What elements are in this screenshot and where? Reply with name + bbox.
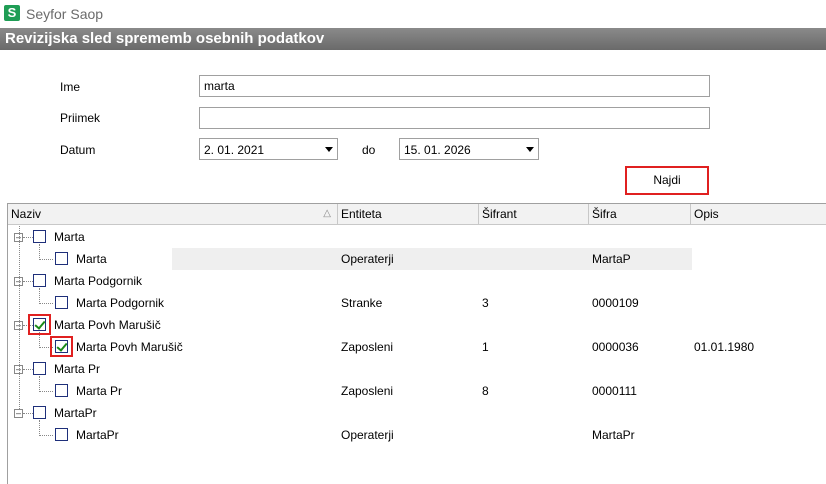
sifra-cell: MartaPr <box>592 428 635 442</box>
naziv-cell: Marta <box>54 230 85 244</box>
app-title: Seyfor Saop <box>26 6 104 22</box>
sort-asc-icon: △ <box>323 208 331 219</box>
priimek-input[interactable] <box>199 107 710 129</box>
opis-cell: 01.01.1980 <box>694 340 755 354</box>
naziv-cell: MartaPr <box>76 428 119 442</box>
tree-row-child[interactable]: MartaPr Operaterji MartaPr <box>8 424 826 446</box>
page-title: Revizijska sled sprememb osebnih podatko… <box>0 28 826 50</box>
date-to-value: 15. 01. 2026 <box>404 143 471 157</box>
tree-row-child[interactable]: Marta Operaterji MartaP <box>8 248 826 270</box>
naziv-cell: Marta Podgornik <box>54 274 143 288</box>
priimek-label: Priimek <box>60 111 101 125</box>
entiteta-cell: Zaposleni <box>341 340 394 354</box>
row-checkbox[interactable] <box>33 230 46 243</box>
naziv-cell: Marta Podgornik <box>76 296 165 310</box>
date-from-select[interactable]: 2. 01. 2021 <box>199 138 338 160</box>
column-header-label: Naziv <box>11 207 42 221</box>
ime-input[interactable] <box>199 75 710 97</box>
row-checkbox[interactable] <box>55 252 68 265</box>
najdi-button[interactable]: Najdi <box>625 166 709 195</box>
do-label: do <box>362 143 376 157</box>
row-checkbox[interactable] <box>55 384 68 397</box>
ime-label: Ime <box>60 80 81 94</box>
sifra-cell: 0000109 <box>592 296 639 310</box>
datum-label: Datum <box>60 143 96 157</box>
sifra-cell: MartaP <box>592 252 631 266</box>
sifra-cell: 0000111 <box>592 384 637 398</box>
row-checkbox[interactable] <box>55 296 68 309</box>
naziv-cell: Marta Povh Marušič <box>54 318 161 332</box>
sifrant-cell: 1 <box>482 340 489 354</box>
column-header-entiteta[interactable]: Entiteta <box>338 204 479 224</box>
tree-row-child[interactable]: Marta Pr Zaposleni 8 0000111 <box>8 380 826 402</box>
row-checkbox[interactable] <box>33 274 46 287</box>
results-grid: Naziv △ Entiteta Šifrant Šifra Opis – Ma… <box>7 203 826 484</box>
column-header-sifrant[interactable]: Šifrant <box>479 204 589 224</box>
row-checkbox-checked[interactable] <box>55 340 68 353</box>
chevron-down-icon[interactable] <box>526 147 534 152</box>
entiteta-cell: Stranke <box>341 296 383 310</box>
column-header-opis[interactable]: Opis <box>691 204 826 224</box>
naziv-cell: MartaPr <box>54 406 97 420</box>
naziv-cell: Marta Povh Marušič <box>76 340 183 354</box>
row-checkbox-checked[interactable] <box>33 318 46 331</box>
sifra-cell: 0000036 <box>592 340 639 354</box>
grid-header: Naziv △ Entiteta Šifrant Šifra Opis <box>8 204 826 225</box>
entiteta-cell: Operaterji <box>341 252 394 266</box>
tree-row-parent[interactable]: – Marta Povh Marušič <box>8 270 826 348</box>
row-checkbox[interactable] <box>55 428 68 441</box>
tree-row-parent[interactable]: – Marta Podgornik <box>8 226 826 304</box>
sifrant-cell: 3 <box>482 296 489 310</box>
app-logo-icon: S <box>4 5 20 21</box>
sifrant-cell: 8 <box>482 384 489 398</box>
tree-row-child[interactable]: Marta Podgornik Stranke 3 0000109 <box>8 292 826 314</box>
entiteta-cell: Operaterji <box>341 428 394 442</box>
tree-row-child[interactable]: Marta Povh Marušič Zaposleni 1 0000036 0… <box>8 336 826 358</box>
column-header-naziv[interactable]: Naziv △ <box>8 204 338 224</box>
tree-row-parent[interactable]: – Marta Pr <box>8 314 826 392</box>
tree-collapse-icon[interactable]: – <box>14 409 23 418</box>
naziv-cell: Marta <box>76 252 107 266</box>
date-to-select[interactable]: 15. 01. 2026 <box>399 138 539 160</box>
row-checkbox[interactable] <box>33 406 46 419</box>
column-header-sifra[interactable]: Šifra <box>589 204 691 224</box>
row-checkbox[interactable] <box>33 362 46 375</box>
entiteta-cell: Zaposleni <box>341 384 394 398</box>
window-titlebar: S Seyfor Saop <box>0 0 826 28</box>
chevron-down-icon[interactable] <box>325 147 333 152</box>
date-from-value: 2. 01. 2021 <box>204 143 265 157</box>
naziv-cell: Marta Pr <box>76 384 123 398</box>
naziv-cell: Marta Pr <box>54 362 101 376</box>
tree-row-parent[interactable]: – MartaPr <box>8 358 826 436</box>
tree-row-parent[interactable]: – Marta <box>8 226 826 260</box>
